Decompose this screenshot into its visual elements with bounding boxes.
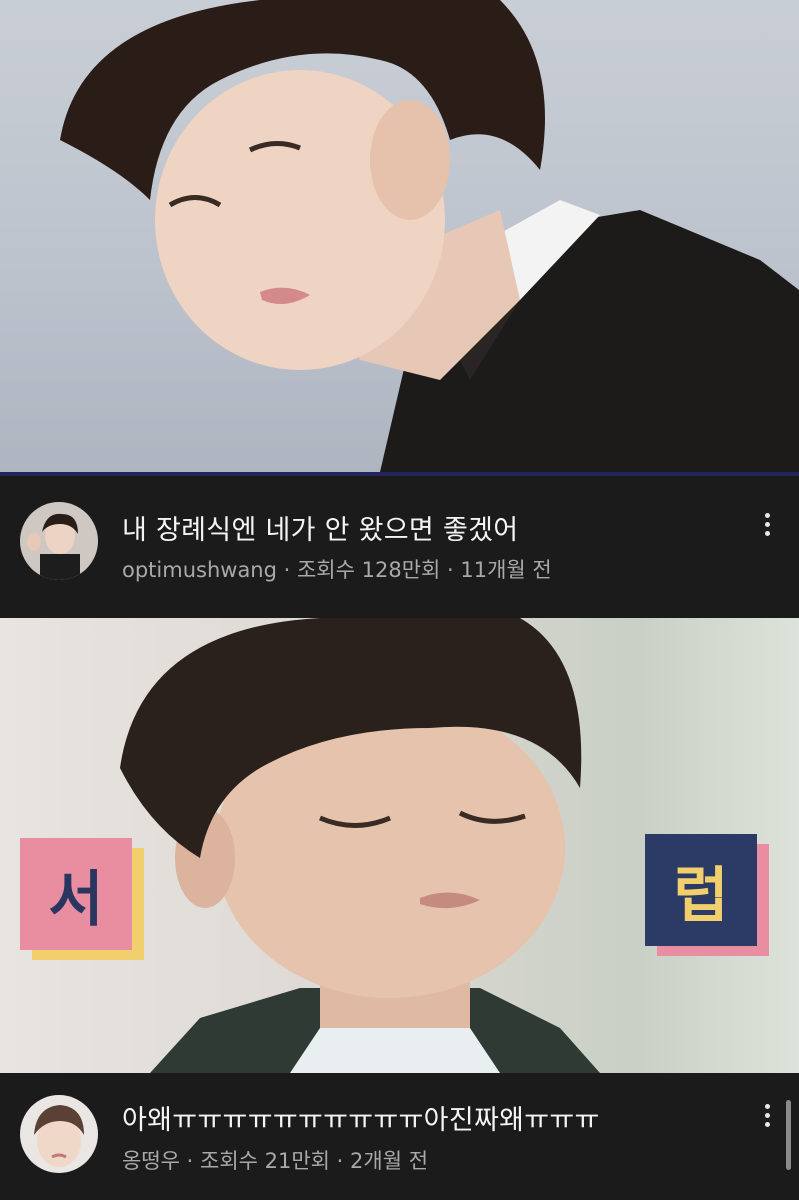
portrait-illustration-1 — [60, 0, 799, 472]
thumbnail-caption-right: 럽 — [645, 834, 757, 946]
video-meta: optimushwang · 조회수 128만회 · 11개월 전 — [122, 554, 552, 584]
channel-name[interactable]: 옹떵우 — [122, 1149, 180, 1173]
channel-avatar[interactable] — [20, 1095, 98, 1173]
channel-avatar[interactable] — [20, 502, 98, 580]
meta-separator: · — [276, 558, 297, 582]
video-title[interactable]: 내 장례식엔 네가 안 왔으면 좋겠어 — [122, 508, 518, 547]
more-vert-icon[interactable] — [757, 504, 777, 544]
meta-separator: · — [330, 1149, 351, 1173]
view-count: 조회수 21만회 — [200, 1149, 330, 1173]
meta-separator: · — [440, 558, 461, 582]
more-vert-icon[interactable] — [757, 1095, 777, 1135]
channel-name[interactable]: optimushwang — [122, 558, 277, 582]
avatar-image — [20, 1095, 98, 1173]
video-meta: 옹떵우 · 조회수 21만회 · 2개월 전 — [122, 1145, 428, 1175]
video-info-row-2[interactable]: 아왜ㅠㅠㅠㅠㅠㅠㅠㅠㅠㅠ아진짜왜ㅠㅠㅠ 옹떵우 · 조회수 21만회 · 2개월… — [0, 1073, 799, 1200]
view-count: 조회수 128만회 — [296, 558, 441, 582]
video-title[interactable]: 아왜ㅠㅠㅠㅠㅠㅠㅠㅠㅠㅠ아진짜왜ㅠㅠㅠ — [122, 1098, 600, 1137]
video-info-row-1[interactable]: 내 장례식엔 네가 안 왔으면 좋겠어 optimushwang · 조회수 1… — [0, 476, 799, 618]
upload-age: 2개월 전 — [350, 1149, 429, 1173]
video-thumbnail-1[interactable] — [0, 0, 799, 476]
upload-age: 11개월 전 — [460, 558, 552, 582]
meta-separator: · — [179, 1149, 200, 1173]
video-thumbnail-2[interactable]: 서 럽 — [0, 618, 799, 1073]
thumbnail-caption-left: 서 — [20, 838, 132, 950]
scrollbar[interactable] — [786, 1100, 791, 1170]
avatar-image — [20, 502, 98, 580]
